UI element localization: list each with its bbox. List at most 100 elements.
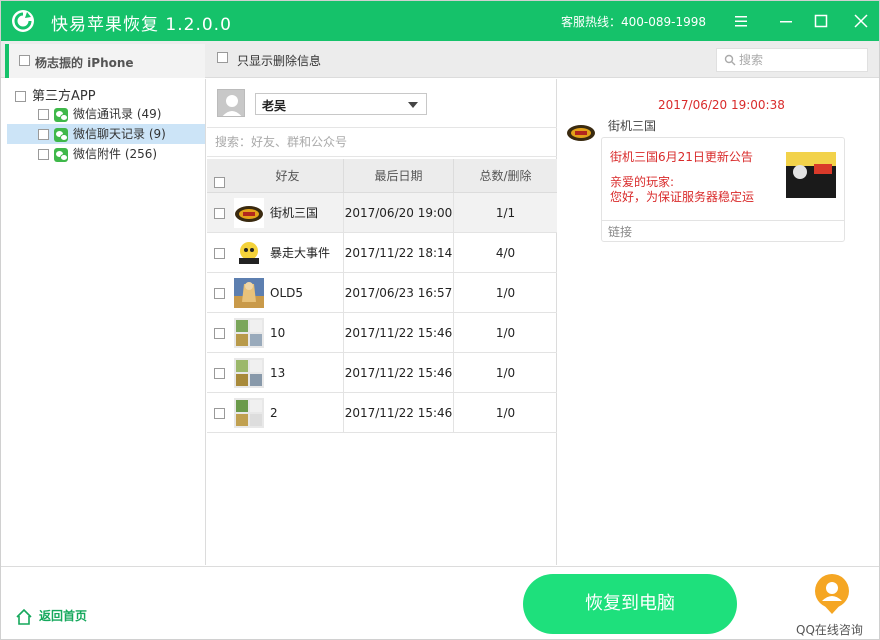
friend-name: 13 xyxy=(270,366,286,380)
row-checkbox[interactable] xyxy=(214,328,225,339)
link-card-thumbnail xyxy=(786,152,836,198)
message-preview-panel: 2017/06/20 19:00:38 街机三国 街机三国6月21日更新公告 亲… xyxy=(558,79,879,565)
select-all-checkbox[interactable] xyxy=(214,176,225,188)
last-date-cell: 2017/06/20 19:00 xyxy=(344,193,454,233)
device-checkbox[interactable] xyxy=(19,55,30,66)
category-tree: 第三方APP 微信通讯录 (49) 微信聊天记录 (9) 微信附件 (256) xyxy=(1,79,206,565)
select-all-cell xyxy=(207,159,232,193)
only-deleted-checkbox[interactable] xyxy=(217,52,228,63)
sender-avatar xyxy=(567,125,595,141)
tree-item-wechat-chats[interactable]: 微信聊天记录 (9) xyxy=(7,124,205,144)
home-icon xyxy=(16,608,32,625)
table-header: 好友 最后日期 总数/删除 xyxy=(207,159,557,193)
tree-item-checkbox[interactable] xyxy=(38,109,49,120)
last-date-cell: 2017/11/22 15:46 xyxy=(344,313,454,353)
total-deleted-cell: 4/0 xyxy=(495,246,516,260)
table-row[interactable]: 2 2017/11/22 15:46 1/0 xyxy=(207,393,557,433)
friend-search-bar xyxy=(207,127,557,157)
last-date-cell: 2017/11/22 18:14 xyxy=(344,233,454,273)
restore-to-computer-button[interactable]: 恢复到电脑 xyxy=(523,574,737,634)
bottom-bar: 返回首页 恢复到电脑 QQ在线咨询 xyxy=(1,566,879,639)
sender-name: 街机三国 xyxy=(608,119,657,133)
total-deleted-cell: 1/0 xyxy=(495,406,516,420)
row-checkbox-cell xyxy=(207,313,232,353)
row-checkbox[interactable] xyxy=(214,368,225,379)
column-header-date[interactable]: 最后日期 xyxy=(344,159,454,193)
close-icon[interactable] xyxy=(849,9,873,33)
total-deleted-cell: 1/0 xyxy=(495,326,516,340)
search-input[interactable] xyxy=(739,52,859,68)
search-icon xyxy=(724,54,736,66)
row-checkbox[interactable] xyxy=(214,248,225,259)
friend-avatar xyxy=(234,238,264,268)
menu-icon[interactable] xyxy=(729,9,753,33)
friend-search-input[interactable] xyxy=(215,135,515,149)
column-header-friend[interactable]: 好友 xyxy=(232,159,344,193)
service-hotline: 客服热线：400-089-1998 xyxy=(561,15,707,29)
qq-consult-label[interactable]: QQ在线咨询 xyxy=(796,621,863,638)
row-checkbox-cell xyxy=(207,273,232,313)
chevron-down-icon xyxy=(408,102,418,108)
title-bar: 快易苹果恢复 1.2.0.0 客服热线：400-089-1998 xyxy=(1,1,879,41)
account-select[interactable]: 老吴 xyxy=(255,93,427,115)
friend-cell: 街机三国 xyxy=(232,193,344,233)
table-row[interactable]: 13 2017/11/22 15:46 1/0 xyxy=(207,353,557,393)
friend-name: 2 xyxy=(270,406,278,420)
friend-avatar xyxy=(234,358,264,388)
column-header-total[interactable]: 总数/删除 xyxy=(454,159,557,193)
conversation-table: 好友 最后日期 总数/删除 街机三国 2017/06/20 19:00 1/1 … xyxy=(207,159,557,433)
friend-cell: 暴走大事件 xyxy=(232,233,344,273)
tree-item-wechat-attachments[interactable]: 微信附件 (256) xyxy=(7,144,205,164)
row-checkbox[interactable] xyxy=(214,288,225,299)
back-home-link[interactable]: 返回首页 xyxy=(15,607,87,626)
back-home-label: 返回首页 xyxy=(39,609,88,623)
app-logo-icon xyxy=(12,10,34,32)
account-select-value: 老吴 xyxy=(262,99,287,113)
link-card-title: 街机三国6月21日更新公告 xyxy=(610,150,753,164)
wechat-icon xyxy=(54,107,68,122)
total-deleted-cell: 1/1 xyxy=(495,206,516,220)
row-checkbox-cell xyxy=(207,193,232,233)
message-timestamp: 2017/06/20 19:00:38 xyxy=(658,98,785,112)
link-card-body: 亲爱的玩家: 您好，为保证服务器稳定运 xyxy=(610,175,755,204)
link-card[interactable]: 街机三国6月21日更新公告 亲爱的玩家: 您好，为保证服务器稳定运 链接 xyxy=(601,137,845,242)
minimize-icon[interactable] xyxy=(774,9,798,33)
table-row[interactable]: OLD5 2017/06/23 16:57 1/0 xyxy=(207,273,557,313)
last-date-cell: 2017/06/23 16:57 xyxy=(344,273,454,313)
row-checkbox-cell xyxy=(207,353,232,393)
device-header: 杨志振的 iPhone xyxy=(5,44,205,78)
device-name: 杨志振的 iPhone xyxy=(35,56,134,70)
row-checkbox[interactable] xyxy=(214,408,225,419)
row-checkbox[interactable] xyxy=(214,208,225,219)
tree-item-checkbox[interactable] xyxy=(38,149,49,160)
table-row[interactable]: 暴走大事件 2017/11/22 18:14 4/0 xyxy=(207,233,557,273)
friend-cell: 10 xyxy=(232,313,344,353)
tree-item-checkbox[interactable] xyxy=(38,129,49,140)
wechat-icon xyxy=(54,147,68,162)
row-checkbox-cell xyxy=(207,393,232,433)
friend-name: 暴走大事件 xyxy=(270,246,331,260)
table-row[interactable]: 10 2017/11/22 15:46 1/0 xyxy=(207,313,557,353)
friend-name: 街机三国 xyxy=(270,206,319,220)
row-checkbox-cell xyxy=(207,233,232,273)
app-title: 快易苹果恢复 1.2.0.0 xyxy=(51,15,232,35)
tree-root-checkbox[interactable] xyxy=(15,91,26,102)
wechat-icon xyxy=(54,127,68,142)
friend-avatar xyxy=(234,278,264,308)
friend-name: OLD5 xyxy=(270,286,304,300)
only-deleted-label[interactable]: 只显示删除信息 xyxy=(237,52,321,69)
tree-root[interactable]: 第三方APP xyxy=(15,85,96,105)
last-date-cell: 2017/11/22 15:46 xyxy=(344,393,454,433)
friend-cell: OLD5 xyxy=(232,273,344,313)
maximize-icon[interactable] xyxy=(809,9,833,33)
app-window: 快易苹果恢复 1.2.0.0 客服热线：400-089-1998 杨志振的 iP… xyxy=(0,0,880,640)
search-box xyxy=(716,48,868,72)
last-date-cell: 2017/11/22 15:46 xyxy=(344,353,454,393)
tree-item-label: 微信通讯录 (49) xyxy=(73,107,162,121)
account-avatar xyxy=(217,89,245,117)
tree-item-wechat-contacts[interactable]: 微信通讯录 (49) xyxy=(7,104,205,124)
table-row[interactable]: 街机三国 2017/06/20 19:00 1/1 xyxy=(207,193,557,233)
total-deleted-cell: 1/0 xyxy=(495,286,516,300)
qq-consult-icon[interactable] xyxy=(814,573,850,615)
conversation-list-panel: 老吴 好友 最后日期 总数/删除 街机三国 2017/06/20 19:00 1… xyxy=(207,79,557,565)
